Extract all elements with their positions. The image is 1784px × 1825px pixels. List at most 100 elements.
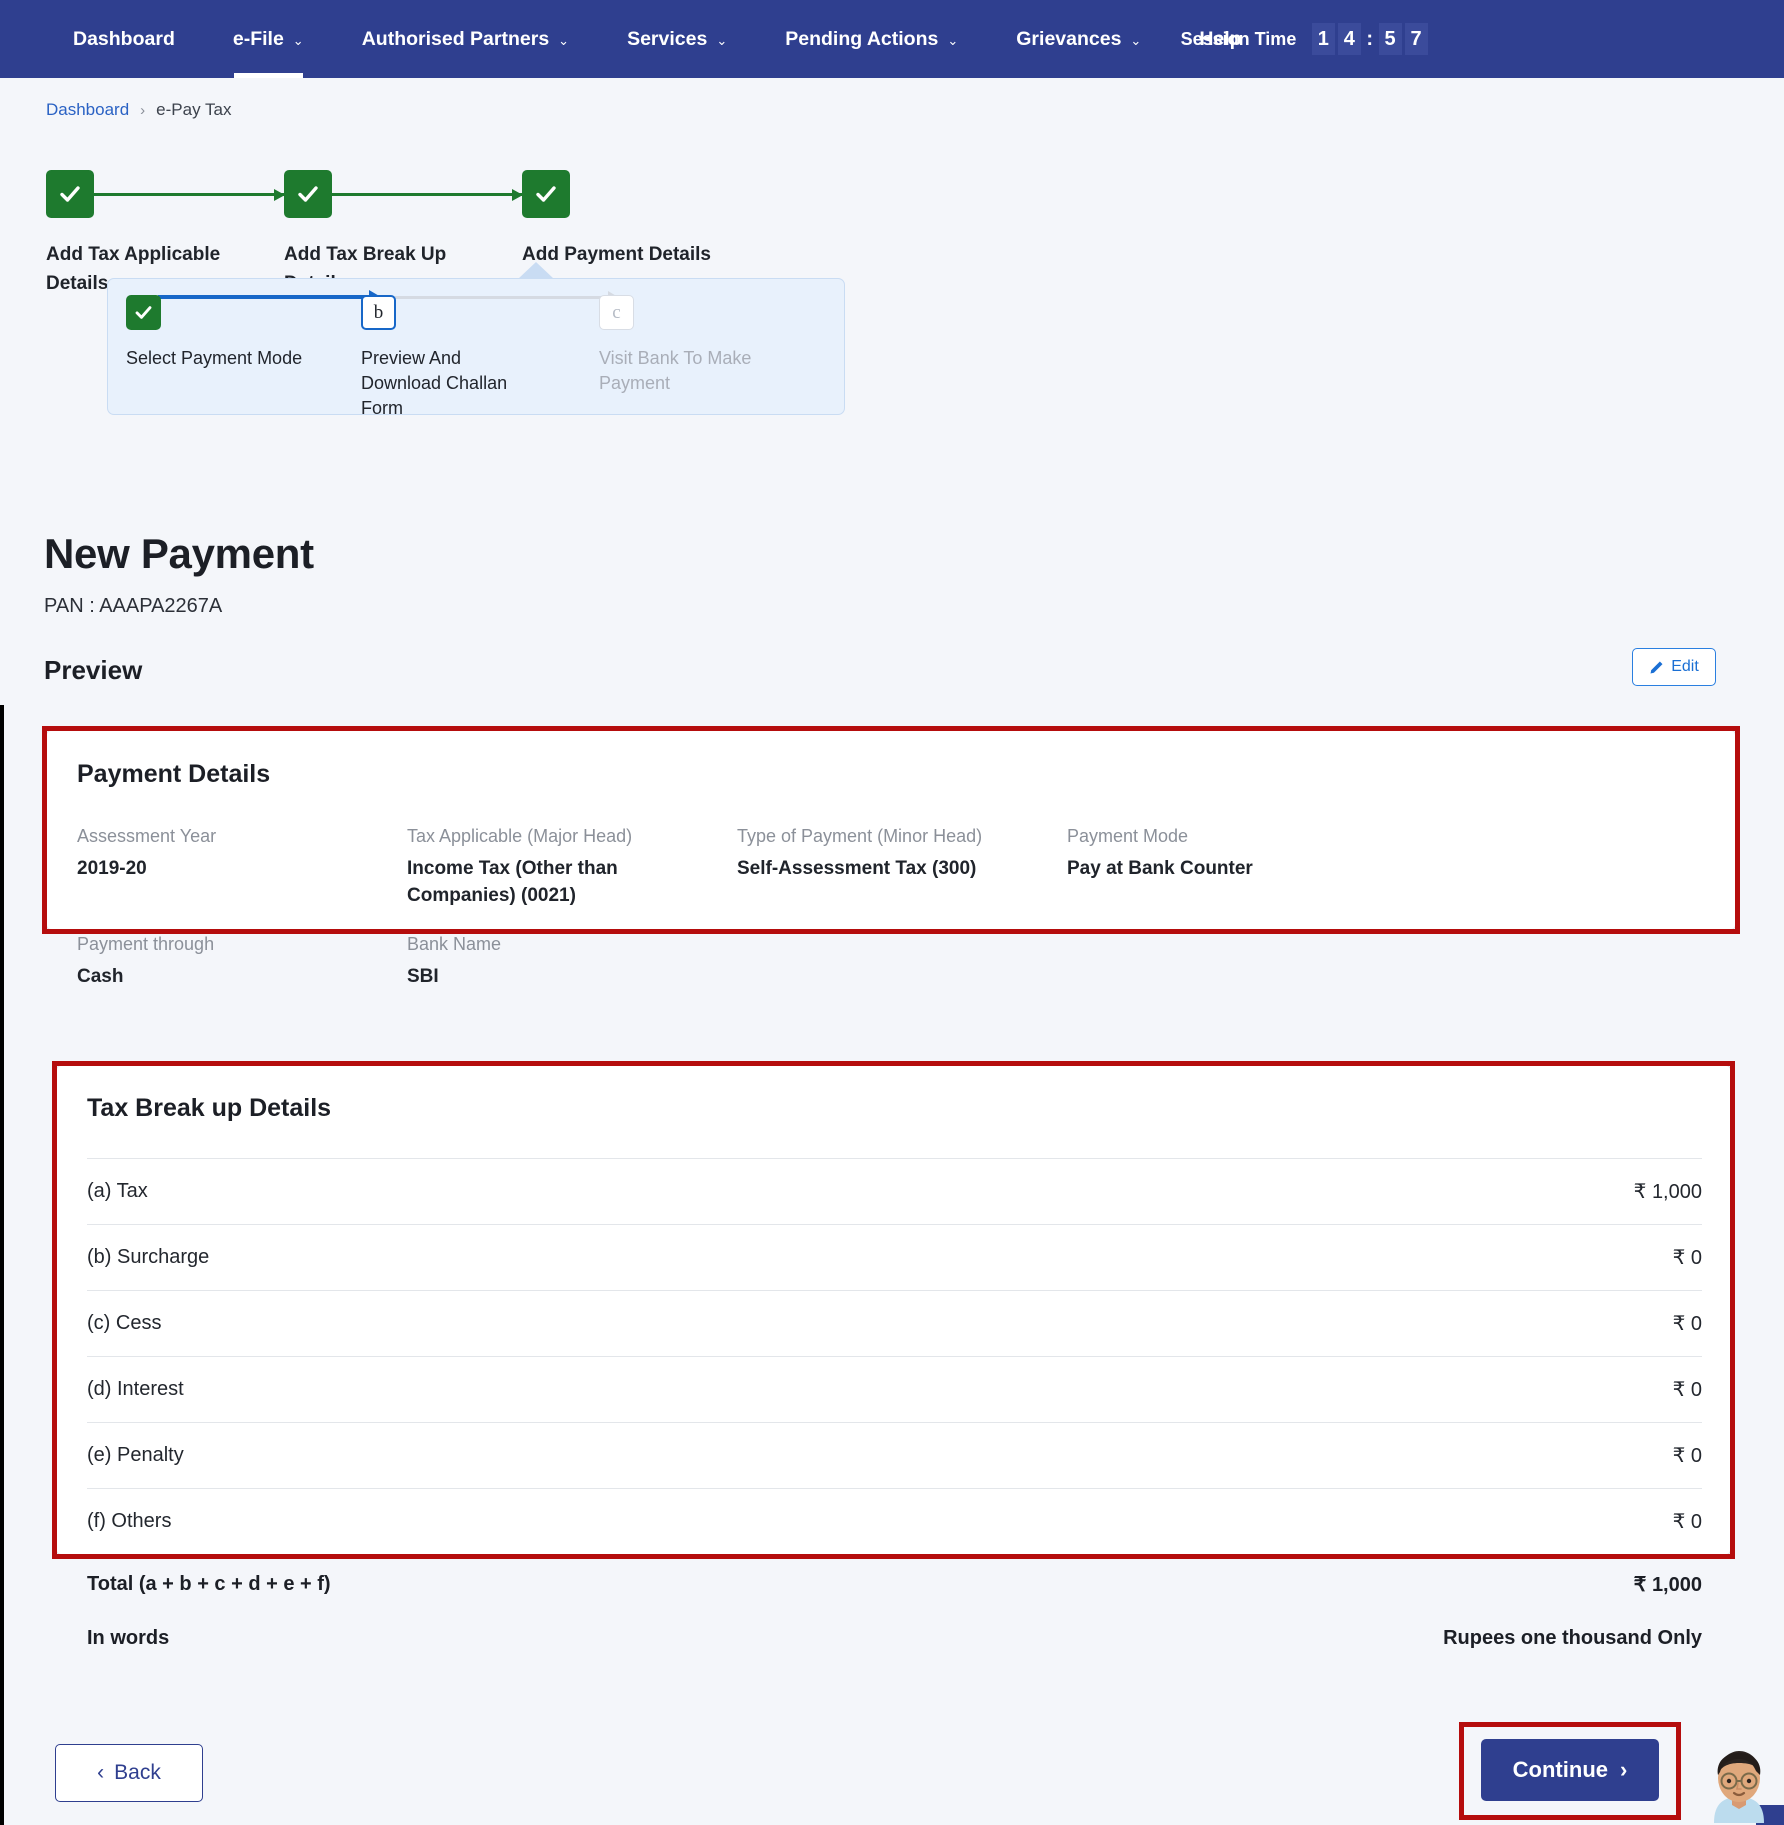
field-assessment-year: Assessment Year 2019-20 xyxy=(77,826,407,909)
table-row: (e) Penalty ₹ 0 xyxy=(87,1422,1702,1488)
table-row: (b) Surcharge ₹ 0 xyxy=(87,1224,1702,1290)
session-digit-2: 4 xyxy=(1337,23,1361,55)
nav-item-label: Dashboard xyxy=(73,27,175,50)
breadcrumb-current-epay-tax: e-Pay Tax xyxy=(156,100,232,119)
row-amount: ₹ 0 xyxy=(1672,1313,1702,1335)
stepper-step-add-payment-details[interactable]: Add Payment Details xyxy=(522,170,772,269)
substepper-step-label: Select Payment Mode xyxy=(126,348,303,368)
nav-item-label: Grievances xyxy=(1016,27,1122,50)
field-value: Cash xyxy=(77,966,124,987)
nav-item-label: e-File xyxy=(232,27,284,50)
chevron-down-icon: ⌄ xyxy=(292,33,304,48)
field-value: Income Tax (Other than Companies) (0021) xyxy=(407,858,618,906)
substepper-panel: Select Payment Mode b Preview And Downlo… xyxy=(107,278,845,418)
field-value: 2019-20 xyxy=(77,858,147,879)
field-value: SBI xyxy=(407,966,439,987)
chatbot-avatar[interactable] xyxy=(1694,1745,1784,1825)
in-words-value: Rupees one thousand Only xyxy=(1443,1626,1702,1649)
row-label: (f) Others xyxy=(87,1510,172,1532)
field-label: Payment Mode xyxy=(1067,826,1189,846)
table-row: (c) Cess ₹ 0 xyxy=(87,1290,1702,1356)
row-label: (c) Cess xyxy=(87,1312,162,1334)
session-digit-1: 1 xyxy=(1311,23,1335,55)
preview-heading: Preview xyxy=(44,655,143,685)
nav-item-pending-actions[interactable]: Pending Actions ⌄ xyxy=(756,0,987,78)
nav-item-efile[interactable]: e-File ⌄ xyxy=(204,0,333,78)
chevron-left-icon: ‹ xyxy=(97,1761,105,1784)
top-navigation-bar: Dashboard e-File ⌄ Authorised Partners ⌄… xyxy=(0,0,1784,78)
nav-item-label: Services xyxy=(627,27,708,50)
nav-item-authorised-partners[interactable]: Authorised Partners ⌄ xyxy=(333,0,598,78)
chevron-down-icon: ⌄ xyxy=(947,33,959,48)
tax-breakup-in-words-row: In words Rupees one thousand Only xyxy=(87,1614,1702,1662)
in-words-label: In words xyxy=(87,1626,170,1649)
payment-details-card: Payment Details Assessment Year 2019-20 … xyxy=(46,730,1736,987)
field-label: Bank Name xyxy=(407,934,502,954)
page-title: New Payment xyxy=(44,530,314,577)
breadcrumb-link-dashboard[interactable]: Dashboard xyxy=(46,100,129,120)
session-digit-4: 7 xyxy=(1404,23,1428,55)
row-label: (e) Penalty xyxy=(87,1444,184,1466)
row-label: (a) Tax xyxy=(87,1180,148,1202)
check-icon xyxy=(126,295,161,330)
substepper-step-select-payment-mode[interactable]: Select Payment Mode xyxy=(126,295,366,371)
field-label: Type of Payment (Minor Head) xyxy=(737,826,983,846)
row-amount: ₹ 0 xyxy=(1672,1445,1702,1467)
row-amount: ₹ 0 xyxy=(1672,1379,1702,1401)
payment-details-fields-row-2: Payment through Cash Bank Name SBI xyxy=(77,934,737,990)
field-value: Self-Assessment Tax (300) xyxy=(737,858,977,879)
table-row: (f) Others ₹ 0 xyxy=(87,1488,1702,1554)
field-label: Assessment Year xyxy=(77,826,217,846)
table-row: (a) Tax ₹ 1,000 xyxy=(87,1158,1702,1224)
edit-button-label: Edit xyxy=(1671,658,1699,675)
pencil-icon xyxy=(1649,660,1664,675)
substepper-step-visit-bank-to-make-payment: c Visit Bank To Make Payment xyxy=(599,295,839,396)
field-bank-name: Bank Name SBI xyxy=(407,934,737,990)
tax-breakup-card: Tax Break up Details (a) Tax ₹ 1,000 (b)… xyxy=(56,1065,1731,1649)
nav-item-services[interactable]: Services ⌄ xyxy=(598,0,756,78)
table-row: (d) Interest ₹ 0 xyxy=(87,1356,1702,1422)
field-tax-applicable-major-head: Tax Applicable (Major Head) Income Tax (… xyxy=(407,826,737,909)
total-amount: ₹ 1,000 xyxy=(1633,1574,1702,1596)
substepper-marker-c: c xyxy=(599,295,634,330)
row-amount: ₹ 1,000 xyxy=(1633,1181,1702,1203)
row-label: (b) Surcharge xyxy=(87,1246,210,1268)
continue-button-label: Continue xyxy=(1512,1757,1608,1782)
nav-items-container: Dashboard e-File ⌄ Authorised Partners ⌄… xyxy=(0,0,1271,78)
payment-details-fields-row-1: Assessment Year 2019-20 Tax Applicable (… xyxy=(77,826,1707,909)
chevron-down-icon: ⌄ xyxy=(1130,33,1142,48)
session-timer-digits: 1 4 : 5 7 xyxy=(1310,23,1429,55)
substepper-marker-b: b xyxy=(361,295,396,330)
back-button-label: Back xyxy=(114,1761,161,1784)
row-label: (d) Interest xyxy=(87,1378,184,1400)
tax-breakup-title: Tax Break up Details xyxy=(87,1094,332,1122)
chevron-down-icon: ⌄ xyxy=(716,33,728,48)
check-icon xyxy=(46,170,94,218)
check-icon xyxy=(284,170,332,218)
substepper-step-preview-and-download-challan-form[interactable]: b Preview And Download Challan Form xyxy=(361,295,601,421)
chevron-down-icon: ⌄ xyxy=(558,33,570,48)
continue-button[interactable]: Continue › xyxy=(1481,1739,1659,1801)
field-payment-through: Payment through Cash xyxy=(77,934,407,990)
pan-number: PAN : AAAPA2267A xyxy=(44,595,223,617)
nav-item-label: Pending Actions xyxy=(785,27,939,50)
breadcrumb: Dashboard › e-Pay Tax xyxy=(46,100,231,120)
back-button[interactable]: ‹ Back xyxy=(55,1744,203,1802)
row-amount: ₹ 0 xyxy=(1672,1247,1702,1269)
viewport-left-edge xyxy=(0,705,4,1825)
field-payment-mode: Payment Mode Pay at Bank Counter xyxy=(1067,826,1397,909)
breadcrumb-separator-icon: › xyxy=(140,101,146,119)
chevron-right-icon: › xyxy=(1620,1757,1628,1782)
row-amount: ₹ 0 xyxy=(1672,1511,1702,1533)
substepper-step-label: Visit Bank To Make Payment xyxy=(599,348,752,393)
session-timer-label: Session Time xyxy=(1180,28,1297,49)
nav-item-grievances[interactable]: Grievances ⌄ xyxy=(987,0,1170,78)
tax-breakup-rows: (a) Tax ₹ 1,000 (b) Surcharge ₹ 0 (c) Ce… xyxy=(87,1158,1702,1662)
field-label: Tax Applicable (Major Head) xyxy=(407,826,633,846)
nav-item-dashboard[interactable]: Dashboard xyxy=(44,0,204,78)
tax-breakup-total-row: Total (a + b + c + d + e + f) ₹ 1,000 xyxy=(87,1554,1702,1614)
field-value: Pay at Bank Counter xyxy=(1067,858,1253,879)
edit-button[interactable]: Edit xyxy=(1632,648,1716,686)
payment-details-title: Payment Details xyxy=(77,760,271,788)
session-timer: Session Time 1 4 : 5 7 xyxy=(1181,0,1784,78)
